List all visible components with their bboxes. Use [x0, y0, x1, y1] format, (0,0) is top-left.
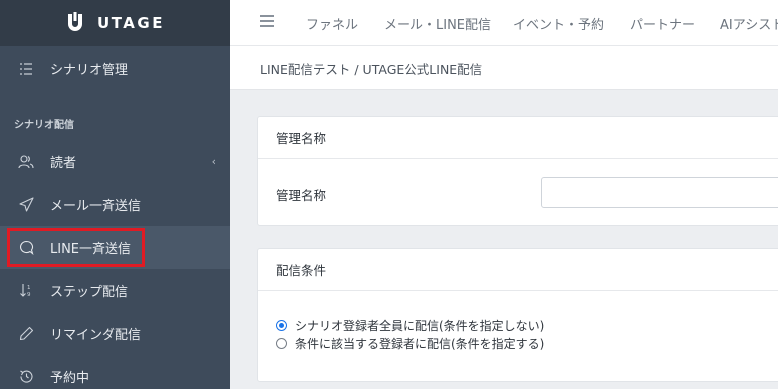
breadcrumb[interactable]: LINE配信テスト / UTAGE公式LINE配信 [260, 59, 482, 78]
nav-item-ai-assist[interactable]: AIアシスト [720, 14, 778, 33]
hamburger-menu-icon[interactable] [260, 15, 274, 27]
management-name-input[interactable] [541, 177, 778, 208]
sidebar: UTAGE シナリオ管理 シナリオ配信 読者 ‹ メール一斉送信 LINE一斉送… [0, 0, 230, 389]
svg-text:1: 1 [27, 285, 31, 291]
sidebar-section-title: シナリオ配信 [14, 120, 74, 131]
radio-option-label: 条件に該当する登録者に配信(条件を指定する) [295, 337, 545, 351]
sidebar-item-label: 予約中 [50, 371, 90, 386]
sidebar-item-label: LINE一斉送信 [50, 242, 132, 257]
sort-steps-icon: 19 [18, 283, 34, 299]
nav-item-event-booking[interactable]: イベント・予約 [513, 14, 604, 33]
sidebar-item-label: ステップ配信 [50, 285, 129, 300]
breadcrumb-bar: LINE配信テスト / UTAGE公式LINE配信 [230, 46, 778, 90]
nav-item-partner[interactable]: パートナー [630, 14, 695, 33]
card-title: 配信条件 [258, 249, 778, 291]
sidebar-item-scheduled[interactable]: 予約中 [0, 355, 230, 389]
management-name-card: 管理名称 管理名称 [257, 116, 778, 226]
sidebar-item-label: リマインダ配信 [50, 328, 142, 343]
radio-option-all-subscribers[interactable]: シナリオ登録者全員に配信(条件を指定しない) [276, 317, 544, 334]
management-name-row: 管理名称 [258, 159, 778, 225]
sidebar-item-step-delivery[interactable]: 19 ステップ配信 [0, 269, 230, 312]
paper-plane-icon [18, 197, 34, 213]
radio-button-unchecked[interactable] [276, 338, 287, 349]
chat-bubble-icon [18, 240, 34, 256]
sidebar-item-label: シナリオ管理 [50, 63, 129, 78]
brand-name: UTAGE [97, 14, 165, 32]
clock-history-icon [18, 369, 34, 385]
top-navigation: ファネル メール・LINE配信 イベント・予約 パートナー AIアシスト [230, 0, 778, 46]
sidebar-item-scenario-management[interactable]: シナリオ管理 [0, 47, 230, 90]
nav-item-funnel[interactable]: ファネル [306, 14, 358, 33]
svg-text:9: 9 [27, 292, 31, 298]
radio-button-checked[interactable] [276, 320, 287, 331]
chevron-left-icon[interactable]: ‹ [212, 155, 216, 168]
sidebar-item-line-broadcast[interactable]: LINE一斉送信 [0, 226, 230, 269]
sidebar-item-label: 読者 [50, 156, 77, 171]
sidebar-item-mail-broadcast[interactable]: メール一斉送信 [0, 183, 230, 226]
sidebar-item-readers[interactable]: 読者 ‹ [0, 140, 230, 183]
sidebar-item-reminder-delivery[interactable]: リマインダ配信 [0, 312, 230, 355]
list-icon [18, 61, 34, 77]
utage-logo-icon [68, 12, 83, 31]
brand-header[interactable]: UTAGE [0, 0, 230, 46]
pencil-icon [18, 326, 34, 342]
card-title: 管理名称 [258, 117, 778, 159]
nav-item-mail-line[interactable]: メール・LINE配信 [384, 14, 491, 33]
delivery-condition-card: 配信条件 シナリオ登録者全員に配信(条件を指定しない) 条件に該当する登録者に配… [257, 248, 778, 382]
radio-option-label: シナリオ登録者全員に配信(条件を指定しない) [295, 319, 545, 333]
radio-option-conditional-subscribers[interactable]: 条件に該当する登録者に配信(条件を指定する) [276, 335, 544, 352]
sidebar-item-label: メール一斉送信 [50, 199, 142, 214]
management-name-label: 管理名称 [276, 188, 327, 203]
users-icon [18, 154, 34, 170]
